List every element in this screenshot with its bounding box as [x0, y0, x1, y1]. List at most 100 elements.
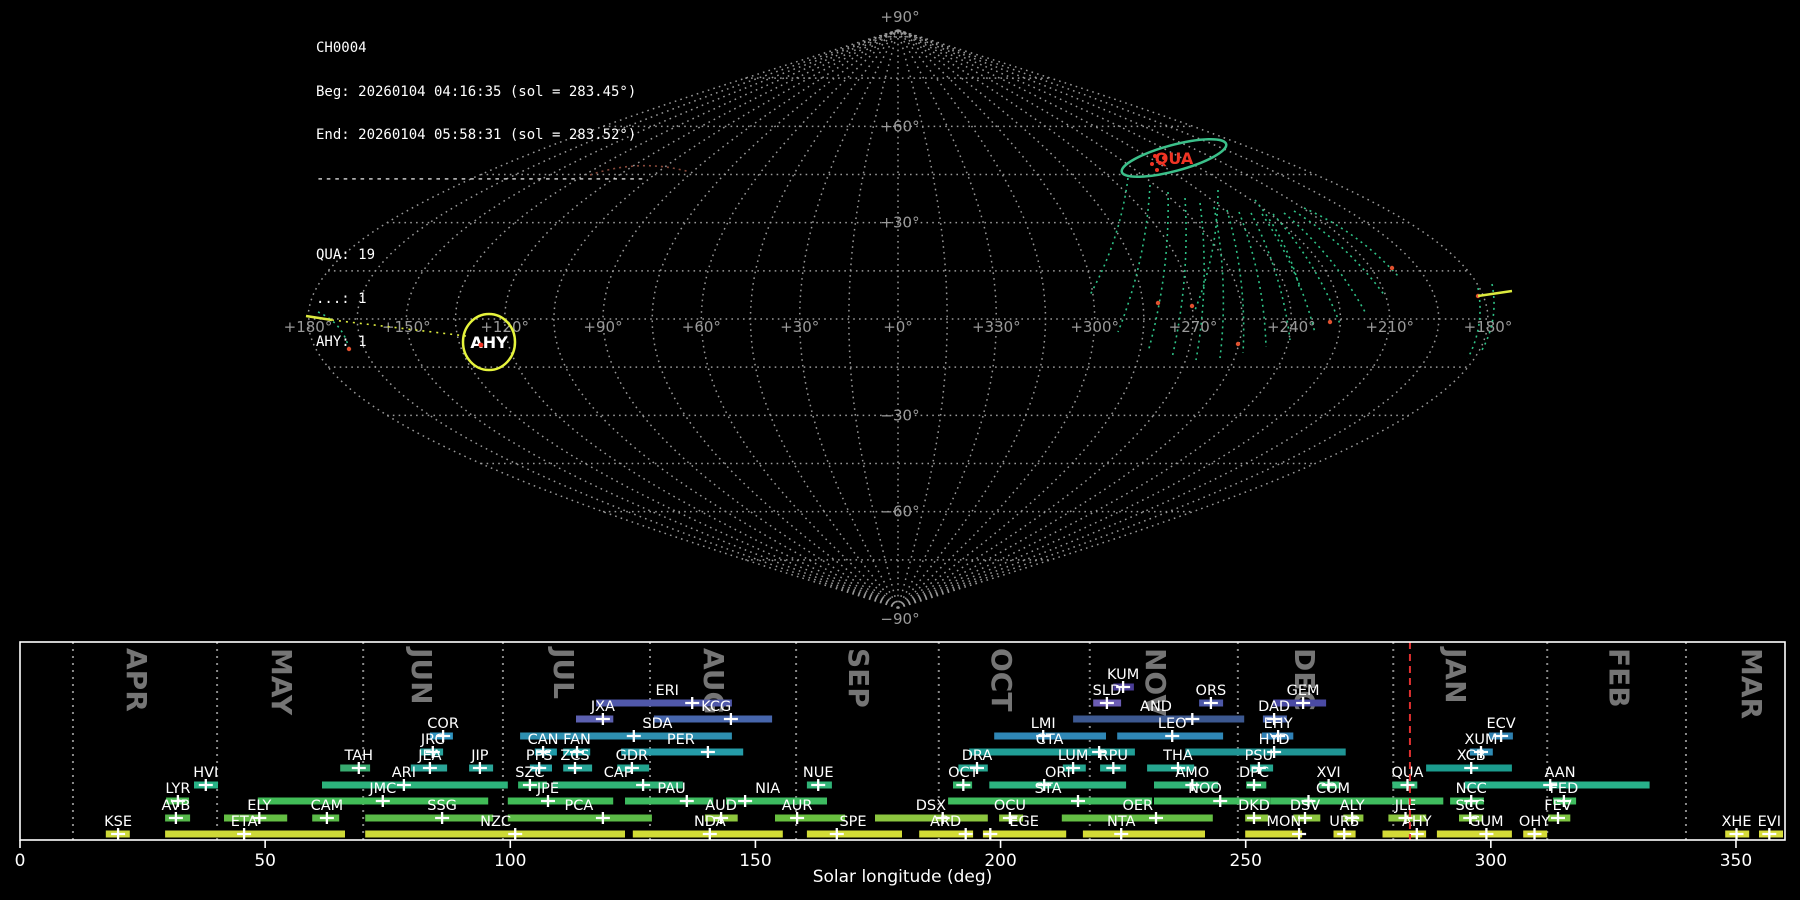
- month-label: MAY: [265, 648, 298, 716]
- shower-code-dra: DRA: [962, 748, 993, 764]
- track-tip-dot: [1189, 303, 1195, 309]
- shower-code-jea: JEA: [417, 748, 441, 764]
- peak-cross-nia: [738, 795, 753, 807]
- shower-code-ohy: OHY: [1519, 814, 1550, 830]
- radiant-dot: [1150, 162, 1154, 166]
- shower-code-lyr: LYR: [165, 781, 190, 797]
- shower-code-scc: SCC: [1455, 798, 1484, 814]
- axis-tick-label: 250: [1229, 851, 1261, 871]
- shower-code-nue: NUE: [803, 765, 834, 781]
- shower-code-sld: SLD: [1093, 683, 1121, 699]
- shower-code-sda: SDA: [642, 716, 672, 732]
- peak-cross-pca: [595, 812, 610, 824]
- shower-code-fed: FED: [1550, 781, 1579, 797]
- track-tip-dot: [1327, 319, 1333, 325]
- longitude-label: +330°: [972, 318, 1021, 336]
- shower-code-tha: THA: [1162, 748, 1193, 764]
- meteor-track: [1238, 211, 1267, 348]
- peak-cross-sda: [626, 730, 641, 742]
- shower-code-ori: ORI: [1045, 765, 1071, 781]
- shower-code-cam: CAM: [311, 798, 344, 814]
- month-label: JAN: [1439, 646, 1472, 704]
- longitude-label: +0°: [883, 318, 913, 336]
- shower-code-kse: KSE: [104, 814, 132, 830]
- month-label: APR: [120, 648, 153, 712]
- shower-code-jpe: JPE: [536, 781, 559, 797]
- shower-bar-jpe: [507, 797, 614, 805]
- shower-bar-ssg: [365, 814, 494, 822]
- shower-code-xcb: XCB: [1457, 748, 1486, 764]
- radiant-dot: [1162, 156, 1166, 160]
- radiant-dot: [1155, 168, 1159, 172]
- month-label: JUN: [405, 646, 438, 705]
- shower-code-aur: AUR: [782, 798, 813, 814]
- longitude-label: +270°: [1169, 318, 1218, 336]
- shower-bars: KUM ERI SLD ORS GEM JXA KCG AND DAD COR SDA LMI LEO E…: [104, 667, 1783, 840]
- axis-tick-label: 0: [15, 851, 26, 871]
- meteor-track: [1283, 212, 1366, 313]
- shower-code-aud: AUD: [705, 798, 737, 814]
- longitude-label: +210°: [1365, 318, 1414, 336]
- shower-code-qua: QUA: [1392, 765, 1424, 781]
- shower-code-fev: FEV: [1544, 798, 1572, 814]
- shower-bar-pca: [507, 814, 652, 822]
- latitude-label: +60°: [880, 117, 919, 135]
- month-label: JUL: [547, 646, 580, 699]
- shower-code-jle: JLE: [1394, 798, 1417, 814]
- shower-code-jmc: JMC: [368, 781, 396, 797]
- radiant-dot: [1158, 161, 1162, 165]
- shower-code-and: AND: [1140, 699, 1172, 715]
- x-axis-title: Solar longitude (deg): [813, 867, 993, 887]
- shower-code-mon: MON: [1267, 814, 1302, 830]
- shower-code-lum: LUM: [1058, 748, 1088, 764]
- longitude-label: +60°: [682, 318, 721, 336]
- shower-code-xhe: XHE: [1722, 814, 1752, 830]
- shower-code-pca: PCA: [565, 798, 594, 814]
- shower-code-jip: JIP: [470, 748, 489, 764]
- shower-code-xvi: XVI: [1317, 765, 1341, 781]
- meteor-track: [1254, 199, 1301, 291]
- shower-code-ari: ARI: [392, 765, 416, 781]
- shower-bar-nta: [1082, 830, 1205, 838]
- separator: ---------------------------------------: [316, 170, 645, 187]
- shower-code-xum: XUM: [1464, 732, 1497, 748]
- peak-cross-and: [1185, 713, 1200, 725]
- shower-code-jxa: JXA: [590, 699, 615, 715]
- meteor-track: [1147, 191, 1169, 353]
- peak-cross-eri: [685, 697, 700, 709]
- month-label: MAR: [1735, 648, 1768, 719]
- shower-bar-spe: [806, 830, 902, 838]
- activity-timeline-chart: APR MAY JUN JUL AUG SEP OCT NOV DEC JAN FEB MARKUME…: [15, 641, 1786, 887]
- meteor-track: [1117, 184, 1151, 333]
- shower-code-evi: EVI: [1758, 814, 1781, 830]
- shower-code-dkd: DKD: [1238, 798, 1270, 814]
- latitude-label: +30°: [880, 214, 919, 232]
- track-tip-dot: [1155, 300, 1161, 306]
- meteor-track: [1261, 213, 1316, 334]
- shower-code-dsx: DSX: [916, 798, 946, 814]
- longitude-label: +180°: [1464, 318, 1513, 336]
- latitude-label: −90°: [880, 610, 919, 628]
- shower-bar-aur: [775, 814, 846, 822]
- meteor-track: [1272, 213, 1341, 325]
- shower-code-can: CAN: [528, 732, 559, 748]
- shower-code-dsv: DSV: [1290, 798, 1320, 814]
- x-axis: 0 50 100 150 200 250 300 350Solar longitude (de…: [15, 840, 1752, 887]
- axis-tick-label: 300: [1475, 851, 1507, 871]
- shower-code-nta: NTA: [1107, 814, 1136, 830]
- meteor-track: [1089, 177, 1129, 296]
- shower-code-lmi: LMI: [1031, 716, 1056, 732]
- latitude-label: +90°: [880, 8, 919, 26]
- shower-code-per: PER: [667, 732, 695, 748]
- meteor-track: [1293, 210, 1386, 297]
- shower-code-hvi: HVI: [193, 765, 218, 781]
- axis-tick-label: 100: [494, 851, 526, 871]
- radiant-label-qua: QUA: [1155, 149, 1194, 168]
- track-tip-dot: [1389, 265, 1395, 271]
- radiant-dot: [1153, 154, 1157, 158]
- axis-tick-label: 150: [739, 851, 771, 871]
- shower-code-ocu: OCU: [994, 798, 1026, 814]
- shower-code-ely: ELY: [247, 798, 271, 814]
- session-id: CH0004: [316, 40, 367, 56]
- shower-code-kcg: KCG: [701, 699, 731, 715]
